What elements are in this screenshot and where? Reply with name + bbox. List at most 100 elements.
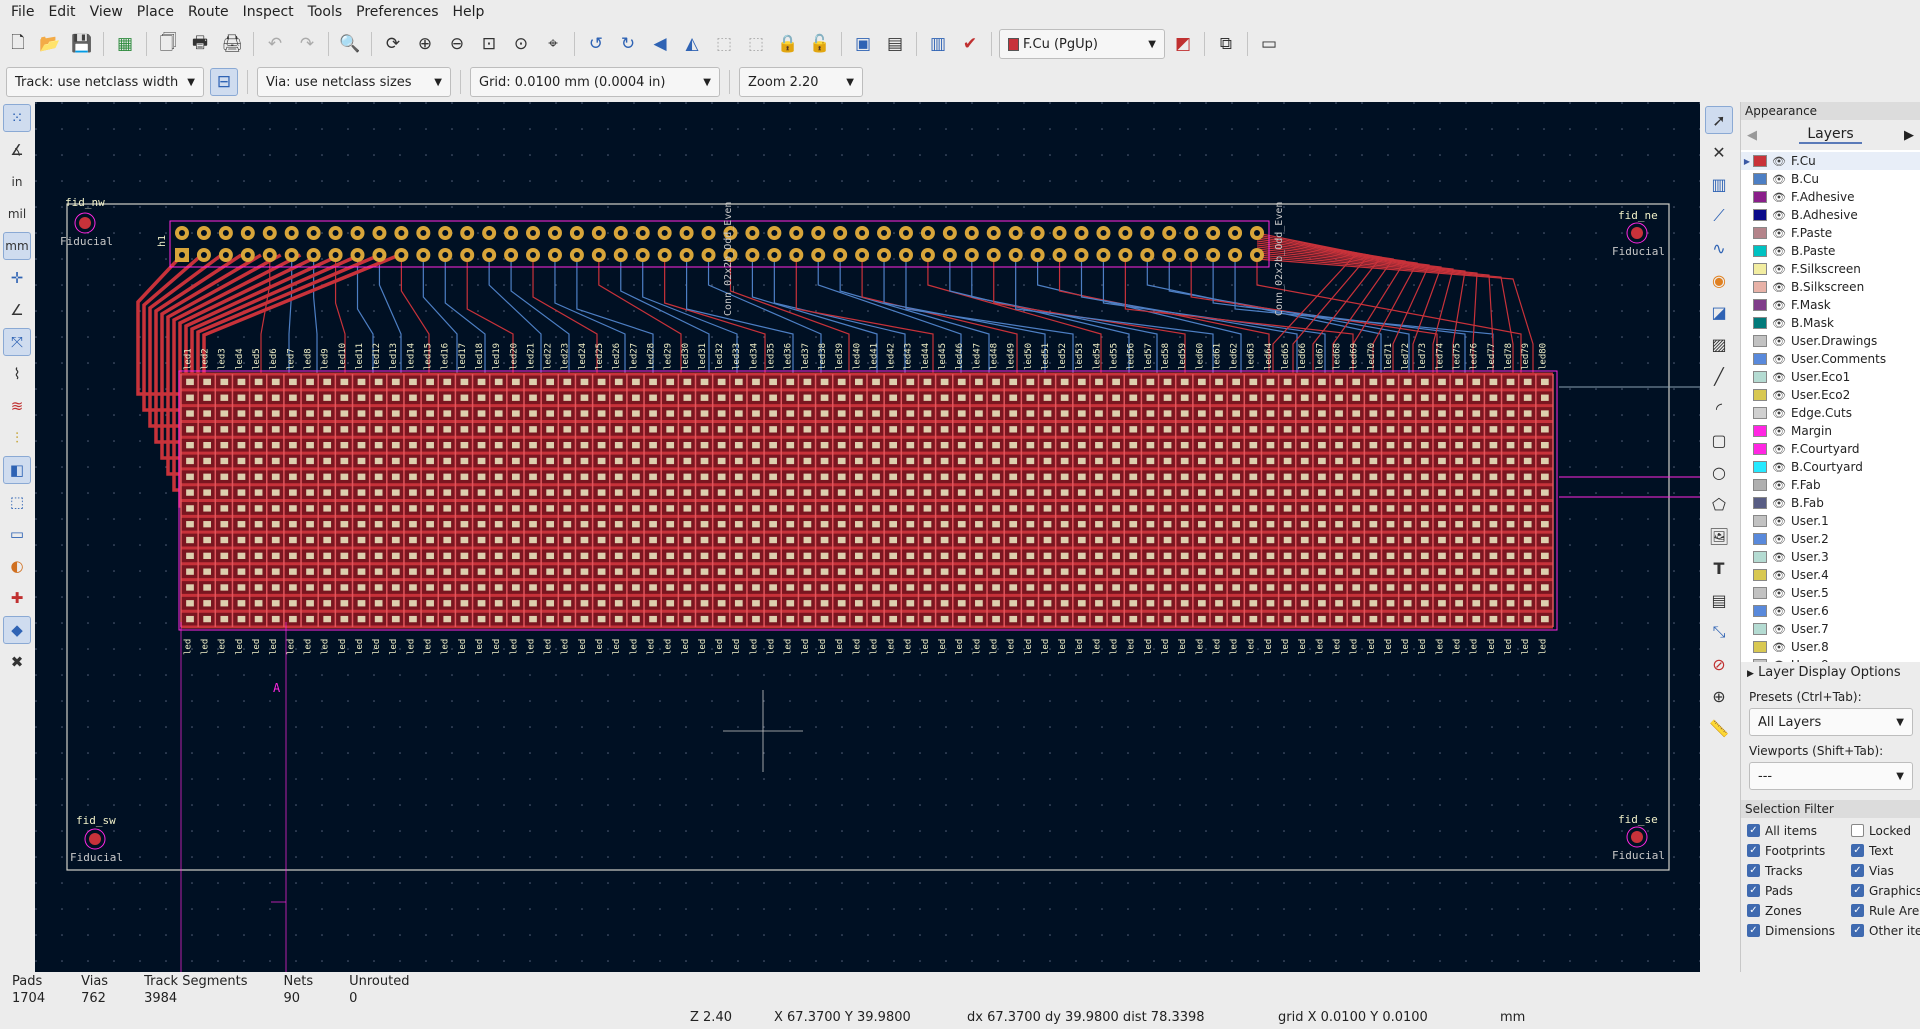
layer-color-swatch[interactable] <box>1753 461 1767 473</box>
ungroup-icon[interactable]: ⬚ <box>742 30 770 58</box>
zoom-fit-icon[interactable]: ⊡ <box>475 30 503 58</box>
rule-area-icon[interactable]: ▨ <box>1705 330 1733 358</box>
zoom-objects-icon[interactable]: ⊙ <box>507 30 535 58</box>
visibility-eye-icon[interactable]: 👁 <box>1772 479 1786 492</box>
checkbox-icon[interactable]: ✓ <box>1851 904 1864 917</box>
layer-color-swatch[interactable] <box>1753 371 1767 383</box>
local-ratsnest-icon[interactable]: ✕ <box>1705 138 1733 166</box>
layer-color-swatch[interactable] <box>1753 425 1767 437</box>
visibility-eye-icon[interactable]: 👁 <box>1772 497 1786 510</box>
filter-checkbox[interactable]: ✓ Pads <box>1747 882 1851 899</box>
layer-row[interactable]: 👁 User.3 <box>1741 548 1920 566</box>
layer-row[interactable]: ▶ 👁 F.Cu <box>1741 152 1920 170</box>
draw-rect-icon[interactable]: ▢ <box>1705 426 1733 454</box>
visibility-eye-icon[interactable]: 👁 <box>1772 587 1786 600</box>
viewports-select[interactable]: --- ▼ <box>1749 762 1913 790</box>
select-tool-icon[interactable]: ➚ <box>1705 106 1733 134</box>
layer-color-swatch[interactable] <box>1753 587 1767 599</box>
layer-row[interactable]: 👁 B.Paste <box>1741 242 1920 260</box>
checkbox-icon[interactable] <box>1851 824 1864 837</box>
visibility-eye-icon[interactable]: 👁 <box>1772 623 1786 636</box>
menu-item-file[interactable]: File <box>4 0 41 24</box>
menu-item-preferences[interactable]: Preferences <box>349 0 445 24</box>
layer-color-swatch[interactable] <box>1753 605 1767 617</box>
tab-layers[interactable]: Layers <box>1799 126 1862 144</box>
filter-checkbox[interactable]: ✓ Vias <box>1851 862 1920 879</box>
visibility-eye-icon[interactable]: 👁 <box>1772 245 1786 258</box>
zoom-selection-icon[interactable]: ⌖ <box>539 30 567 58</box>
lock-icon[interactable]: 🔒 <box>774 30 802 58</box>
layer-color-swatch[interactable] <box>1753 227 1767 239</box>
rotate-ccw-icon[interactable]: ↺ <box>582 30 610 58</box>
track-width-select[interactable]: Track: use netclass width ▼ <box>6 67 204 97</box>
units-in-button[interactable]: in <box>3 168 31 196</box>
layer-display-options[interactable]: ▶ Layer Display Options <box>1741 662 1920 684</box>
visibility-eye-icon[interactable]: 👁 <box>1772 605 1786 618</box>
save-icon[interactable]: 💾 <box>68 30 96 58</box>
checkbox-icon[interactable]: ✓ <box>1851 884 1864 897</box>
tune-length-icon[interactable]: ∿ <box>1705 234 1733 262</box>
layer-color-swatch[interactable] <box>1753 299 1767 311</box>
add-footprint-icon[interactable]: ▥ <box>1705 170 1733 198</box>
filter-checkbox[interactable]: ✓ All items <box>1747 822 1851 839</box>
layer-color-swatch[interactable] <box>1753 263 1767 275</box>
layer-row[interactable]: 👁 B.Silkscreen <box>1741 278 1920 296</box>
zone-fill-icon[interactable]: ◧ <box>3 456 31 484</box>
redo-icon[interactable]: ↷ <box>293 30 321 58</box>
cursor-style-icon[interactable]: ✛ <box>3 264 31 292</box>
visibility-eye-icon[interactable]: 👁 <box>1772 461 1786 474</box>
zoom-select[interactable]: Zoom 2.20 ▼ <box>739 67 863 97</box>
grid-select[interactable]: Grid: 0.0100 mm (0.0004 in) ▼ <box>470 67 720 97</box>
layer-row[interactable]: 👁 User.Comments <box>1741 350 1920 368</box>
python-console-icon[interactable]: ⧉ <box>1212 30 1240 58</box>
ratsnest-icon[interactable]: ⤧ <box>3 328 31 356</box>
layer-color-swatch[interactable] <box>1753 443 1767 455</box>
unlock-icon[interactable]: 🔓 <box>806 30 834 58</box>
filter-checkbox[interactable]: ✓ Footprints <box>1747 842 1851 859</box>
units-mm-button[interactable]: mm <box>3 232 31 260</box>
layer-row[interactable]: 👁 F.Silkscreen <box>1741 260 1920 278</box>
find-icon[interactable]: 🔍 <box>336 30 364 58</box>
grid-toggle-icon[interactable]: ⁙ <box>3 104 31 132</box>
layer-color-swatch[interactable] <box>1753 533 1767 545</box>
visibility-eye-icon[interactable]: 👁 <box>1772 371 1786 384</box>
zoom-in-icon[interactable]: ⊕ <box>411 30 439 58</box>
layer-row[interactable]: 👁 Edge.Cuts <box>1741 404 1920 422</box>
layer-row[interactable]: 👁 Margin <box>1741 422 1920 440</box>
layer-row[interactable]: 👁 User.8 <box>1741 638 1920 656</box>
checkbox-icon[interactable]: ✓ <box>1747 884 1760 897</box>
curved-ratsnest-icon[interactable]: ⌇ <box>3 360 31 388</box>
scripting-console-icon[interactable]: ▭ <box>1255 30 1283 58</box>
polar-coords-icon[interactable]: ∡ <box>3 136 31 164</box>
checkbox-icon[interactable]: ✓ <box>1747 844 1760 857</box>
open-icon[interactable]: 📂 <box>36 30 64 58</box>
layer-color-swatch[interactable] <box>1753 407 1767 419</box>
netlist-icon[interactable]: ▥ <box>924 30 952 58</box>
layer-row[interactable]: 👁 B.Cu <box>1741 170 1920 188</box>
presets-select[interactable]: All Layers ▼ <box>1749 708 1913 736</box>
group-icon[interactable]: ⬚ <box>710 30 738 58</box>
layer-row[interactable]: 👁 User.Drawings <box>1741 332 1920 350</box>
net-highlight-icon[interactable]: ✚ <box>3 584 31 612</box>
layer-color-swatch[interactable] <box>1753 317 1767 329</box>
menu-item-place[interactable]: Place <box>130 0 181 24</box>
visibility-eye-icon[interactable]: 👁 <box>1772 155 1786 168</box>
footprint-editor-icon[interactable]: ▣ <box>849 30 877 58</box>
visibility-eye-icon[interactable]: 👁 <box>1772 191 1786 204</box>
rotate-cw-icon[interactable]: ↻ <box>614 30 642 58</box>
filter-checkbox[interactable]: ✓Rule Areas <box>1851 902 1920 919</box>
layer-row[interactable]: 👁 B.Fab <box>1741 494 1920 512</box>
filter-checkbox[interactable]: ✓Other items <box>1851 922 1920 939</box>
mirror-v-icon[interactable]: ◭ <box>678 30 706 58</box>
layer-row[interactable]: 👁 F.Mask <box>1741 296 1920 314</box>
layer-color-swatch[interactable] <box>1753 479 1767 491</box>
menu-item-inspect[interactable]: Inspect <box>236 0 301 24</box>
visibility-eye-icon[interactable]: 👁 <box>1772 353 1786 366</box>
filter-checkbox[interactable]: ✓ Tracks <box>1747 862 1851 879</box>
pcb-canvas[interactable]: led1 led led2 led led3 led led4 led led5 led led6 l… <box>35 102 1700 972</box>
add-textbox-icon[interactable]: ▤ <box>1705 586 1733 614</box>
layer-row[interactable]: 👁 B.Adhesive <box>1741 206 1920 224</box>
track-outline-icon[interactable]: ≋ <box>3 392 31 420</box>
draw-polygon-icon[interactable]: ⬠ <box>1705 490 1733 518</box>
layer-color-swatch[interactable] <box>1753 623 1767 635</box>
